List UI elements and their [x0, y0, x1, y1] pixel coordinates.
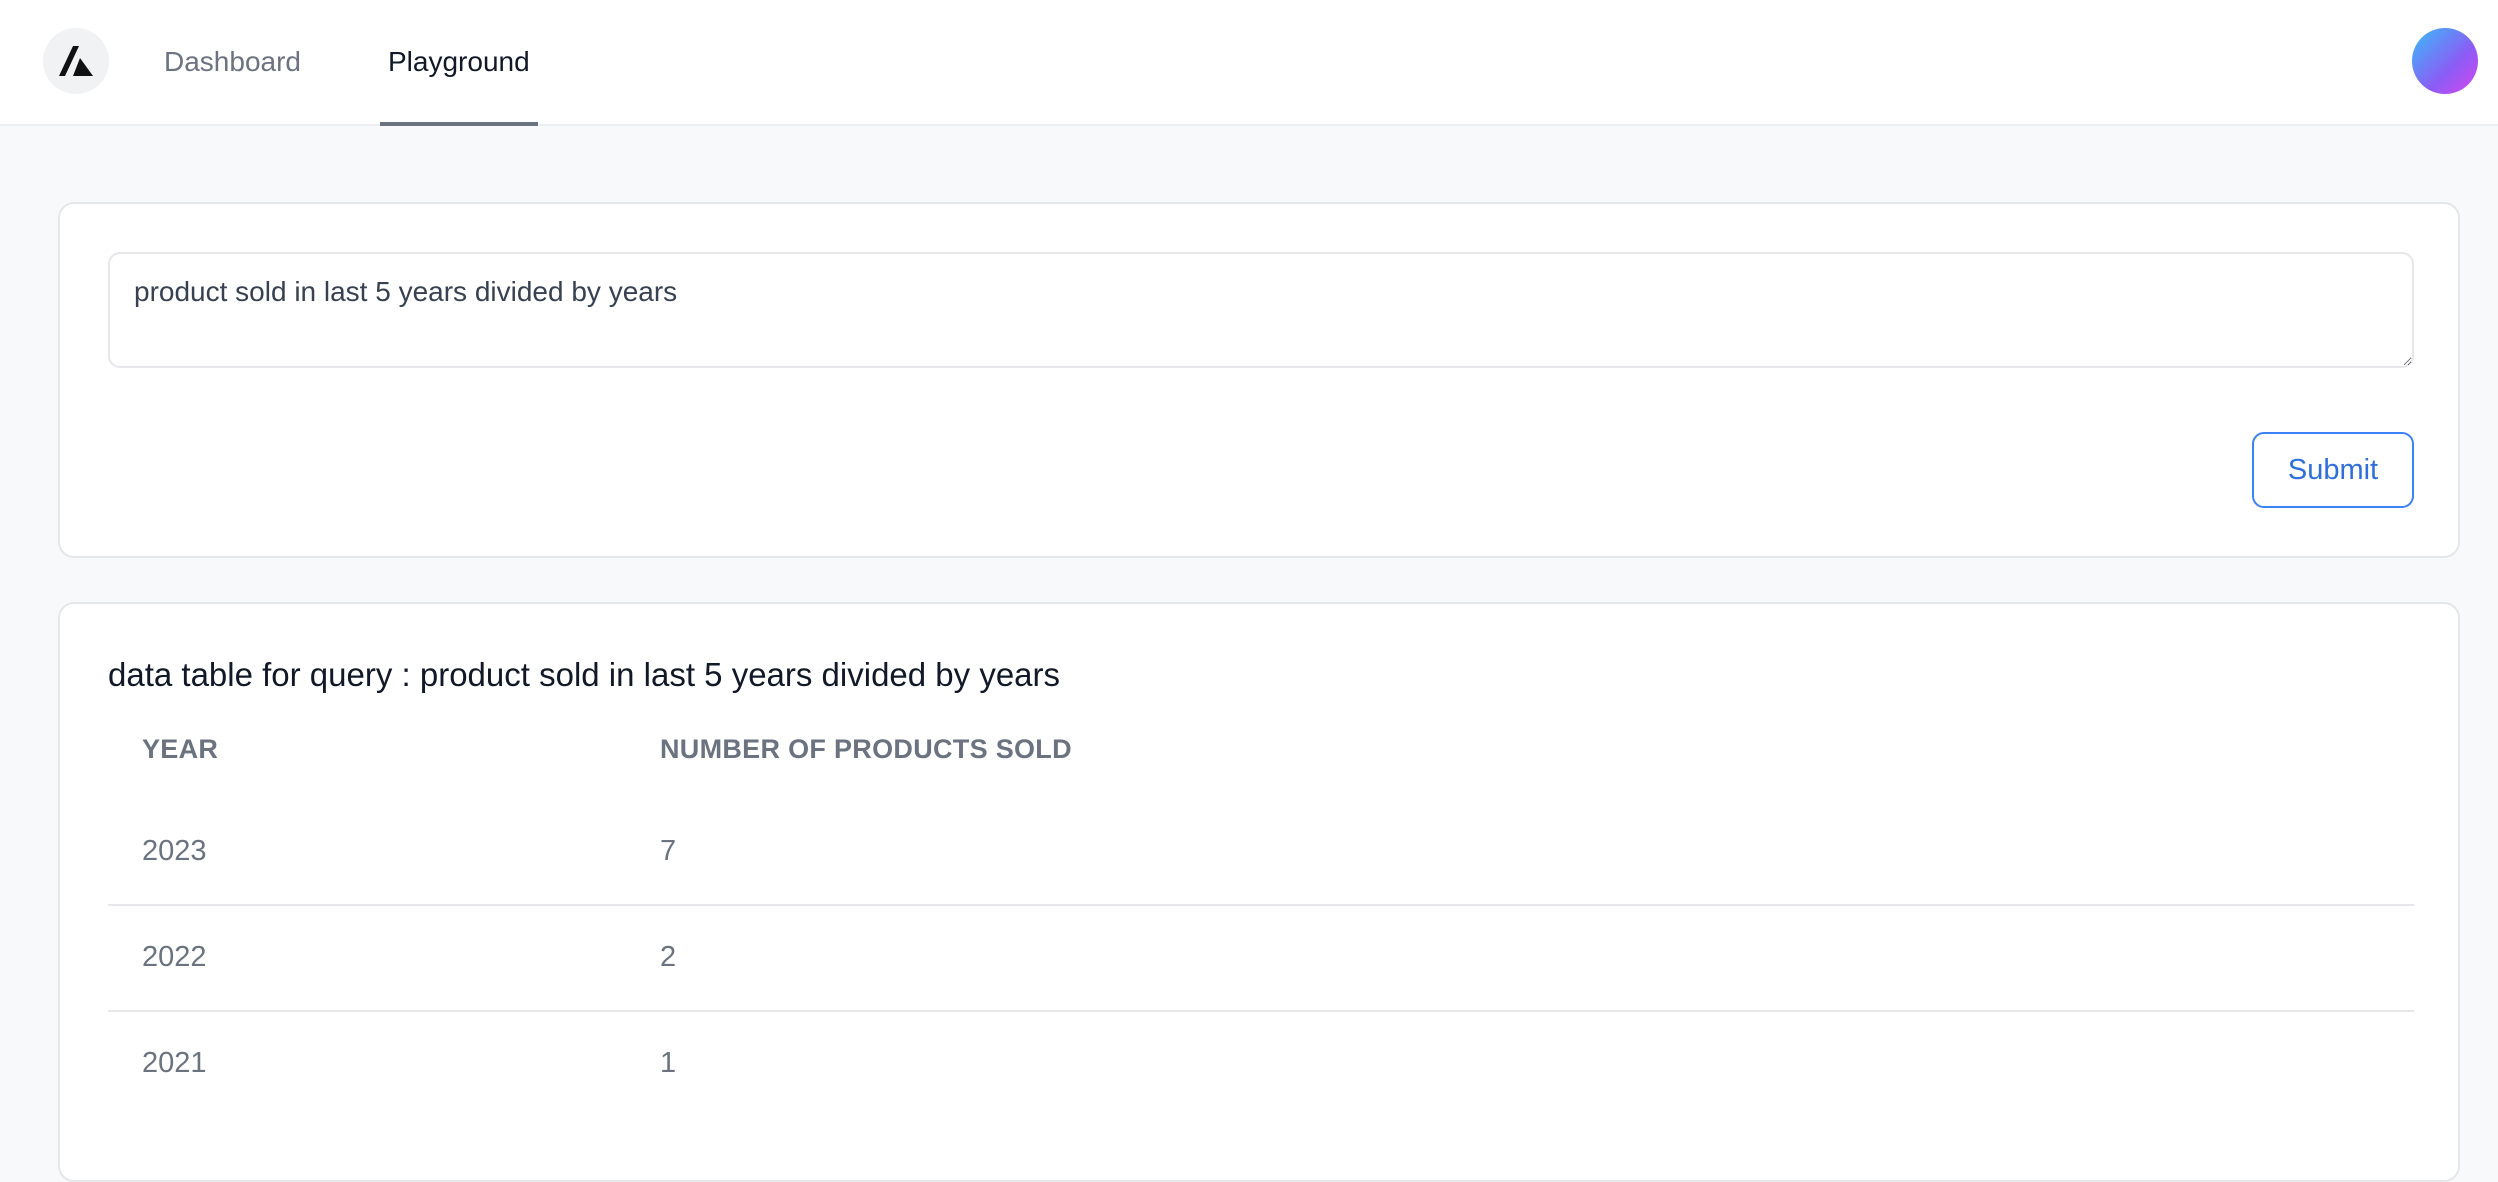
nav-tab-playground[interactable]: Playground [380, 0, 538, 126]
query-card: product sold in last 5 years divided by … [58, 202, 2460, 558]
cell-year: 2021 [142, 1047, 207, 1079]
column-header-products-sold: NUMBER OF PRODUCTS SOLD [660, 734, 1072, 764]
column-header-year: YEAR [142, 734, 219, 764]
cell-products-sold: 1 [660, 1047, 677, 1079]
submit-button[interactable]: Submit [2252, 432, 2414, 508]
query-input[interactable]: product sold in last 5 years divided by … [108, 252, 2414, 368]
logo-icon [59, 46, 93, 76]
table-row: 2021 1 [108, 1010, 2414, 1116]
user-avatar[interactable] [2412, 28, 2478, 94]
cell-products-sold: 7 [660, 835, 677, 867]
active-tab-indicator [380, 122, 538, 126]
cell-products-sold: 2 [660, 941, 677, 973]
results-card: data table for query : product sold in l… [58, 602, 2460, 1182]
nav-tab-dashboard[interactable]: Dashboard [164, 0, 301, 124]
table-row: 2022 2 [108, 904, 2414, 1012]
logo[interactable] [43, 28, 109, 94]
table-row: 2023 7 [108, 798, 2414, 906]
nav-tab-playground-label: Playground [388, 46, 530, 77]
cell-year: 2023 [142, 835, 207, 867]
top-navbar: Dashboard Playground [0, 0, 2498, 126]
cell-year: 2022 [142, 941, 207, 973]
results-title: data table for query : product sold in l… [108, 656, 1061, 693]
